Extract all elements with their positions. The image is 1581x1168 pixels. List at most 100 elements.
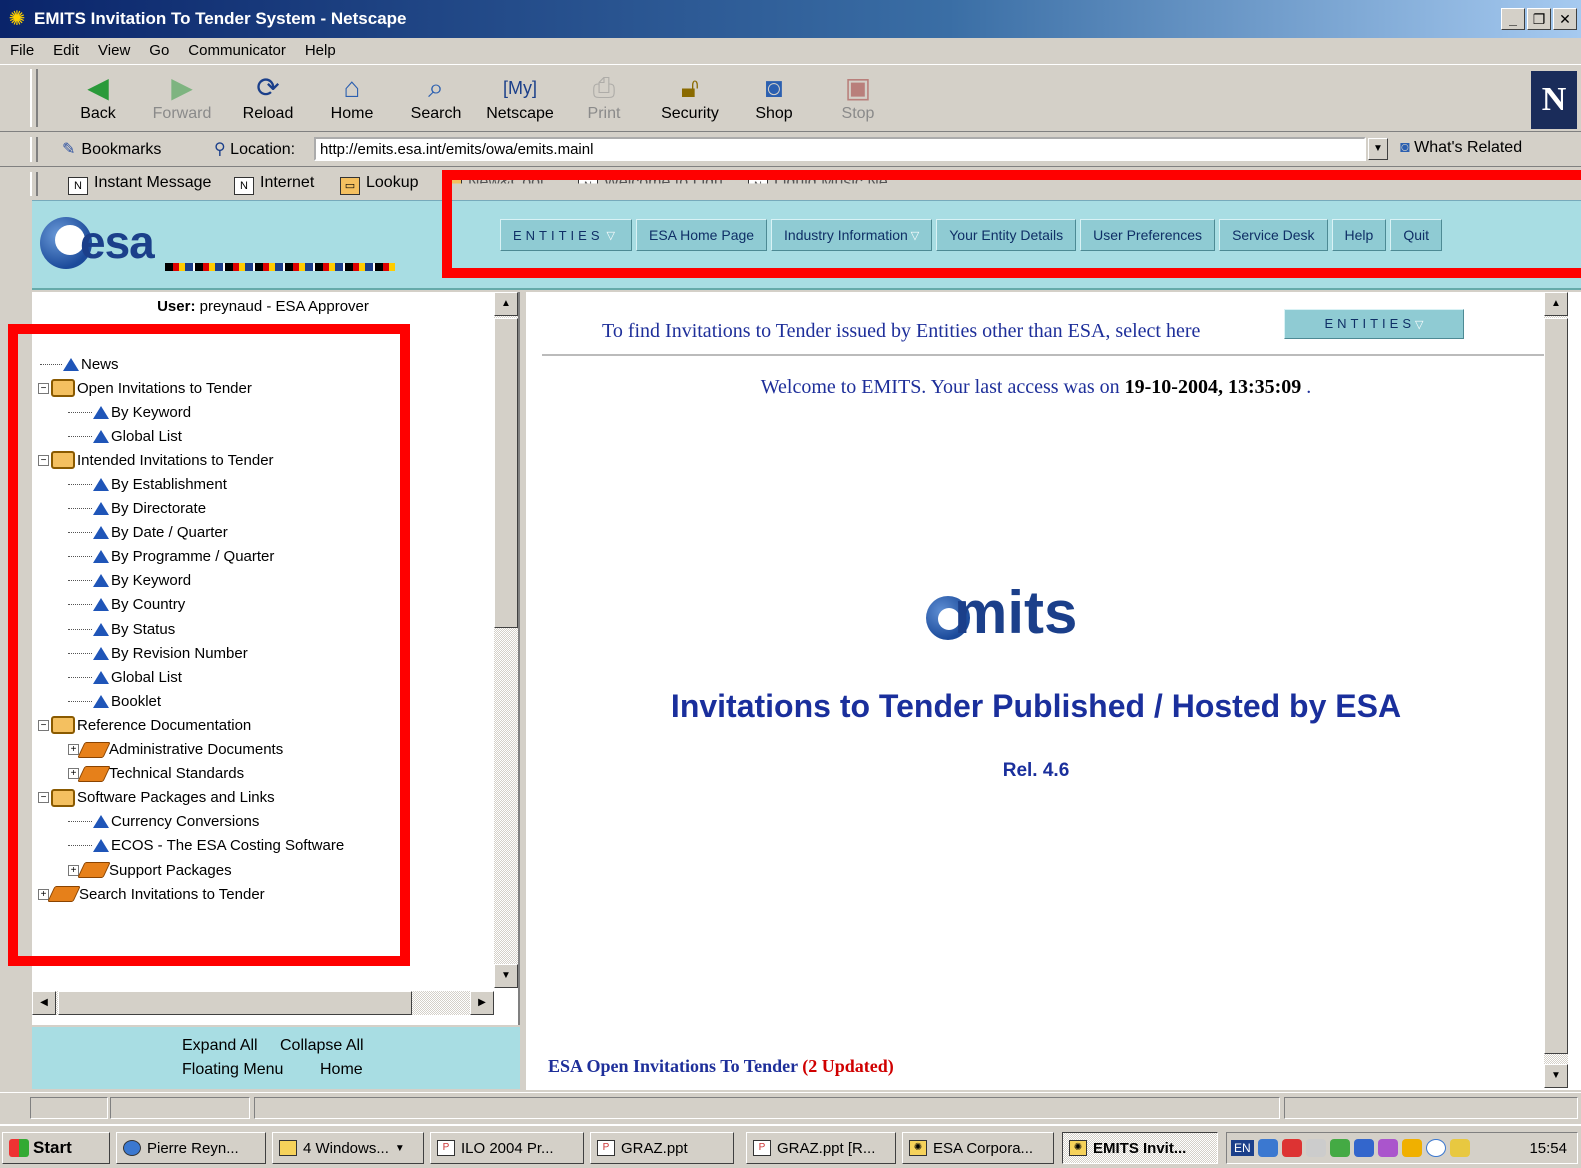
task-esa-corporate[interactable]: ✺ ESA Corpora... [902, 1132, 1054, 1164]
collapse-toggle-icon[interactable]: − [38, 454, 49, 466]
scroll-up-arrow-icon[interactable]: ▲ [1544, 292, 1568, 316]
help-button[interactable]: Help [1331, 219, 1387, 251]
expand-toggle-icon[interactable]: + [68, 768, 79, 780]
lookup-folder[interactable]: ▭ Lookup [340, 174, 419, 195]
forward-button[interactable]: ▶ Forward [142, 71, 222, 123]
whats-related-button[interactable]: ◙ What's Related [1400, 139, 1522, 157]
scroll-up-arrow-icon[interactable]: ▲ [494, 292, 518, 316]
expand-toggle-icon[interactable]: + [68, 864, 79, 876]
tree-item-by-directorate[interactable]: By Directorate [38, 497, 494, 521]
minimize-button[interactable]: _ [1501, 8, 1525, 30]
security-button[interactable]: 🔓︎ Security [650, 71, 730, 123]
page-proxy-icon[interactable]: ⚲ [214, 141, 230, 158]
tree-folder-search-itt[interactable]: + Search Invitations to Tender [38, 882, 494, 906]
open-itt-link[interactable]: ESA Open Invitations To Tender (2 Update… [548, 1056, 894, 1077]
menu-help[interactable]: Help [305, 42, 336, 59]
welcome-to-liquid-link[interactable]: N Welcome to Liqu [578, 174, 723, 184]
scroll-thumb[interactable] [494, 318, 518, 628]
search-button[interactable]: ⌕ Search [396, 71, 476, 123]
menu-view[interactable]: View [98, 42, 130, 59]
tree-vertical-scrollbar[interactable]: ▲ ▼ [494, 292, 518, 988]
back-button[interactable]: ◀ Back [58, 71, 138, 123]
scroll-thumb[interactable] [58, 991, 412, 1015]
tree-folder-support-packages[interactable]: + Support Packages [38, 858, 494, 882]
network-icon[interactable] [1257, 1139, 1278, 1157]
toolbar-grip[interactable] [30, 172, 38, 196]
language-indicator[interactable]: EN [1231, 1140, 1254, 1156]
entities-select-button[interactable]: ENTITIES▽ [1284, 309, 1464, 339]
collapse-toggle-icon[interactable]: − [38, 382, 49, 394]
tree-item-open-by-keyword[interactable]: By Keyword [38, 400, 494, 424]
task-pierre-reynaud[interactable]: Pierre Reyn... [116, 1132, 266, 1164]
security-status-icon[interactable] [30, 1097, 108, 1119]
start-button[interactable]: Start [2, 1132, 110, 1164]
your-entity-details-button[interactable]: Your Entity Details [936, 219, 1077, 251]
menu-edit[interactable]: Edit [53, 42, 79, 59]
toolbar-grip[interactable] [30, 137, 38, 162]
task-graz-ppt-readonly[interactable]: P GRAZ.ppt [R... [746, 1132, 896, 1164]
antivirus-icon[interactable] [1329, 1139, 1350, 1157]
instant-message-link[interactable]: N Instant Message [68, 174, 211, 195]
toolbar-grip[interactable] [30, 69, 38, 127]
tree-folder-technical-standards[interactable]: + Technical Standards [38, 762, 494, 786]
tree-folder-admin-docs[interactable]: + Administrative Documents [38, 738, 494, 762]
scroll-down-arrow-icon[interactable]: ▼ [1544, 1064, 1568, 1088]
tree-item-by-revision-number[interactable]: By Revision Number [38, 641, 494, 665]
tree-item-by-country[interactable]: By Country [38, 593, 494, 617]
disk-icon[interactable] [1305, 1139, 1326, 1157]
esa-logo[interactable]: esa [40, 215, 410, 275]
scroll-down-arrow-icon[interactable]: ▼ [494, 964, 518, 988]
tree-item-by-date-quarter[interactable]: By Date / Quarter [38, 521, 494, 545]
print-button[interactable]: ⎙ Print [564, 71, 644, 123]
scroll-left-arrow-icon[interactable]: ◀ [32, 991, 56, 1015]
menu-communicator[interactable]: Communicator [188, 42, 286, 59]
url-input[interactable] [314, 137, 1366, 161]
url-history-dropdown[interactable]: ▼ [1368, 138, 1388, 160]
component-bar[interactable] [1284, 1097, 1578, 1119]
close-button[interactable]: ✕ [1553, 8, 1577, 30]
menu-go[interactable]: Go [149, 42, 169, 59]
service-desk-button[interactable]: Service Desk [1219, 219, 1328, 251]
expand-toggle-icon[interactable]: + [68, 744, 79, 756]
menu-file[interactable]: File [10, 42, 34, 59]
update-icon[interactable] [1449, 1139, 1470, 1157]
netscape-logo-icon[interactable]: N [1531, 71, 1577, 129]
task-graz-ppt[interactable]: P GRAZ.ppt [590, 1132, 734, 1164]
restore-button[interactable]: ❐ [1527, 8, 1551, 30]
expand-toggle-icon[interactable]: + [38, 888, 49, 900]
tree-folder-reference-docs[interactable]: − Reference Documentation [38, 713, 494, 737]
tree-item-by-status[interactable]: By Status [38, 617, 494, 641]
tree-item-ecos[interactable]: ECOS - The ESA Costing Software [38, 834, 494, 858]
reload-button[interactable]: ⟳ Reload [228, 71, 308, 123]
content-vertical-scrollbar[interactable]: ▲ ▼ [1544, 292, 1568, 1088]
stop-button[interactable]: ▣ Stop [818, 71, 898, 123]
task-windows-group[interactable]: 4 Windows... ▼ [272, 1132, 424, 1164]
tree-item-booklet[interactable]: Booklet [38, 689, 494, 713]
tree-item-by-programme-quarter[interactable]: By Programme / Quarter [38, 545, 494, 569]
bookmarks-button[interactable]: ✎ Bookmarks [62, 139, 161, 159]
netscape-button[interactable]: [My] Netscape [480, 71, 560, 123]
tree-item-intended-global-list[interactable]: Global List [38, 665, 494, 689]
collapse-all-link[interactable]: Collapse All [280, 1037, 364, 1055]
industry-information-button[interactable]: Industry Information ▽ [771, 219, 933, 251]
tree-item-intended-by-keyword[interactable]: By Keyword [38, 569, 494, 593]
user-preferences-button[interactable]: User Preferences [1080, 219, 1216, 251]
tree-horizontal-scrollbar[interactable]: ◀ ▶ [32, 991, 494, 1015]
tree-folder-intended-itt[interactable]: − Intended Invitations to Tender [38, 448, 494, 472]
tree-folder-open-itt[interactable]: − Open Invitations to Tender [38, 376, 494, 400]
tree-folder-software-packages[interactable]: − Software Packages and Links [38, 786, 494, 810]
volume-icon[interactable] [1401, 1139, 1422, 1157]
chat-icon[interactable] [1377, 1139, 1398, 1157]
messenger-tray-icon[interactable] [1353, 1139, 1374, 1157]
expand-all-link[interactable]: Expand All [182, 1037, 258, 1055]
home-button[interactable]: ⌂ Home [312, 71, 392, 123]
tree-item-by-establishment[interactable]: By Establishment [38, 472, 494, 496]
scroll-right-arrow-icon[interactable]: ▶ [470, 991, 494, 1015]
floating-menu-link[interactable]: Floating Menu [182, 1061, 283, 1079]
esa-home-page-button[interactable]: ESA Home Page [635, 219, 768, 251]
tree-item-open-global-list[interactable]: Global List [38, 424, 494, 448]
home-link[interactable]: Home [320, 1061, 363, 1079]
star-icon[interactable] [1281, 1139, 1302, 1157]
new-and-cool-folder[interactable]: ▭ New&Cool [442, 174, 544, 184]
liquid-music-link[interactable]: N Liquid Music Ne [748, 174, 888, 184]
